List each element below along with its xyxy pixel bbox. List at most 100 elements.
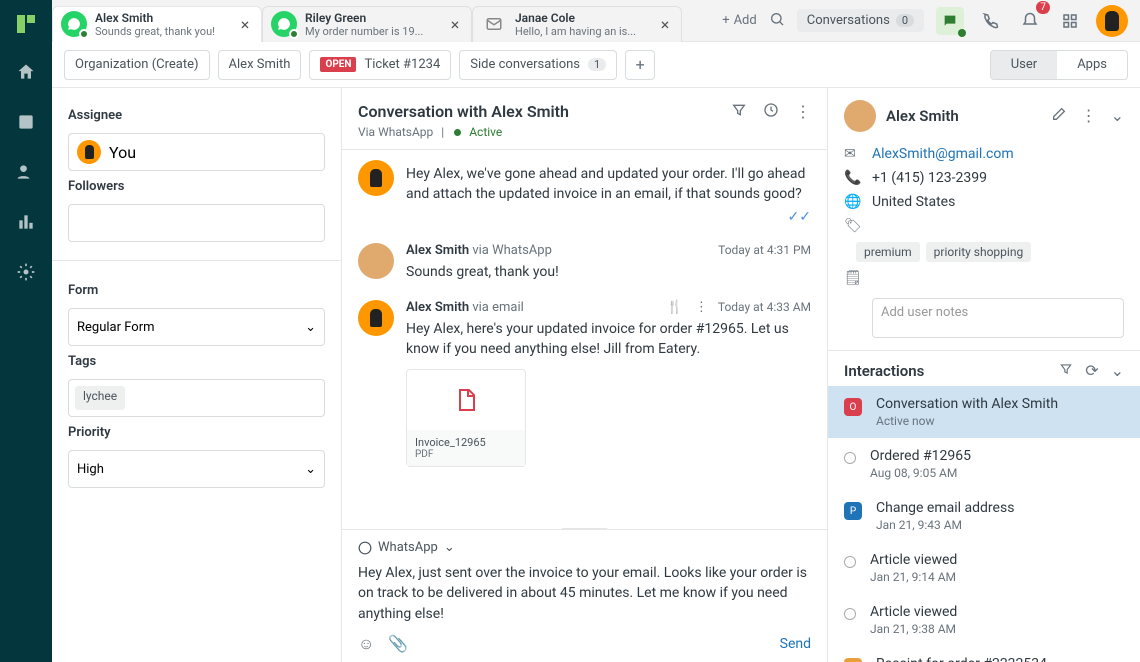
conversation-tab[interactable]: Alex SmithSounds great, thank you! × bbox=[52, 6, 262, 42]
status-badge bbox=[844, 556, 856, 568]
priority-label: Priority bbox=[68, 425, 325, 440]
tag-chip: lychee bbox=[75, 386, 125, 410]
user-phone: +1 (415) 123-2399 bbox=[872, 170, 987, 186]
notif-badge: 7 bbox=[1036, 1, 1050, 14]
tab-close-icon[interactable]: × bbox=[657, 15, 673, 34]
attachment[interactable]: Invoice_12965PDF bbox=[406, 369, 526, 467]
form-label: Form bbox=[68, 283, 325, 298]
conversation-panel: Conversation with Alex Smith Via WhatsAp… bbox=[342, 88, 828, 662]
user-email[interactable]: AlexSmith@gmail.com bbox=[872, 146, 1014, 162]
interaction-item[interactable]: Article viewedJan 21, 9:38 AM bbox=[828, 594, 1140, 646]
tag-chip: premium bbox=[856, 242, 920, 262]
message-author: Alex Smith bbox=[406, 300, 469, 315]
history-icon[interactable] bbox=[763, 102, 779, 122]
emoji-icon[interactable]: ☺ bbox=[358, 634, 374, 654]
message-text: Hey Alex, here's your updated invoice fo… bbox=[406, 319, 811, 360]
tags-input[interactable]: lychee bbox=[68, 379, 325, 417]
interaction-item[interactable]: OConversation with Alex SmithActive now bbox=[828, 386, 1140, 438]
chat-icon[interactable] bbox=[936, 7, 964, 35]
avatar bbox=[358, 300, 394, 336]
composer: WhatsApp ⌄ Hey Alex, just sent over the … bbox=[342, 529, 827, 662]
phone-icon: 📞 bbox=[844, 170, 860, 186]
tabs-bar: Alex SmithSounds great, thank you! × Ril… bbox=[52, 0, 1140, 42]
phone-icon[interactable] bbox=[976, 7, 1004, 35]
tags-label: Tags bbox=[68, 354, 325, 369]
conversations-button[interactable]: Conversations 0 bbox=[797, 9, 924, 32]
user-notes-input[interactable]: Add user notes bbox=[872, 298, 1124, 338]
reports-icon[interactable] bbox=[12, 208, 40, 236]
chevron-down-icon[interactable]: ⌄ bbox=[1111, 361, 1124, 380]
attachment-icon[interactable]: 📎 bbox=[388, 634, 408, 654]
conversations-label: Conversations bbox=[807, 13, 890, 28]
message-time: Today at 4:33 AM bbox=[718, 300, 811, 314]
interaction-item[interactable]: SReceipt for order #2232534 bbox=[828, 646, 1140, 662]
conversation-tab[interactable]: Janae ColeHello, I am having an is... × bbox=[472, 6, 682, 42]
whatsapp-icon bbox=[271, 11, 297, 37]
conversation-status: Active bbox=[469, 125, 502, 139]
followers-input[interactable] bbox=[68, 204, 325, 242]
avatar bbox=[358, 160, 394, 196]
tab-close-icon[interactable]: × bbox=[237, 15, 253, 34]
user-country: United States bbox=[872, 194, 955, 210]
avatar bbox=[358, 243, 394, 279]
open-badge: OPEN bbox=[320, 57, 356, 72]
whatsapp-icon bbox=[61, 11, 87, 37]
side-count: 1 bbox=[588, 58, 606, 71]
breadcrumb-org[interactable]: Organization (Create) bbox=[64, 50, 210, 80]
conversations-count: 0 bbox=[896, 14, 914, 27]
form-select[interactable]: Regular Form⌄ bbox=[68, 308, 325, 346]
status-dot bbox=[454, 129, 461, 136]
interaction-item[interactable]: Article viewedJan 21, 9:14 AM bbox=[828, 542, 1140, 594]
send-button[interactable]: Send bbox=[780, 636, 811, 652]
message-via: via email bbox=[472, 300, 523, 315]
resize-handle[interactable]: ──── bbox=[342, 519, 827, 529]
interactions-title: Interactions bbox=[844, 362, 924, 380]
interaction-item[interactable]: PChange email addressJan 21, 9:43 AM bbox=[828, 490, 1140, 542]
tag-icon: 🏷 bbox=[844, 218, 860, 234]
breadcrumb-ticket[interactable]: OPENTicket #1234 bbox=[309, 50, 451, 80]
views-icon[interactable] bbox=[12, 108, 40, 136]
conversation-tab[interactable]: Riley GreenMy order number is 19... × bbox=[262, 6, 472, 42]
filter-icon[interactable] bbox=[1059, 361, 1073, 380]
message-author: Alex Smith bbox=[406, 243, 469, 258]
chevron-down-icon[interactable]: ⌄ bbox=[1111, 106, 1124, 126]
refresh-icon[interactable]: ⟳ bbox=[1085, 361, 1098, 380]
home-icon[interactable] bbox=[12, 58, 40, 86]
status-badge bbox=[844, 608, 856, 620]
filter-icon[interactable] bbox=[731, 102, 747, 122]
more-icon[interactable]: ⋮ bbox=[695, 300, 708, 315]
side-conversations-button[interactable]: Side conversations1 bbox=[459, 50, 617, 80]
avatar bbox=[844, 100, 876, 132]
notifications-icon[interactable]: 7 bbox=[1016, 7, 1044, 35]
panel-tab-user[interactable]: User bbox=[991, 51, 1057, 79]
search-icon[interactable] bbox=[769, 11, 785, 31]
more-icon[interactable]: ⋮ bbox=[1081, 106, 1097, 126]
food-icon: 🍴 bbox=[667, 300, 683, 315]
interaction-item[interactable]: Ordered #12965Aug 08, 9:05 AM bbox=[828, 438, 1140, 490]
add-tab-label: Add bbox=[734, 13, 757, 28]
add-side-conversation-button[interactable]: + bbox=[625, 50, 655, 80]
composer-input[interactable]: Hey Alex, just sent over the invoice to … bbox=[358, 563, 811, 624]
message-via: via WhatsApp bbox=[472, 243, 552, 258]
chevron-down-icon: ⌄ bbox=[305, 462, 316, 477]
tab-close-icon[interactable]: × bbox=[447, 15, 463, 34]
assignee-field[interactable]: You bbox=[68, 133, 325, 171]
tag-chip: priority shopping bbox=[926, 242, 1032, 262]
user-avatar[interactable] bbox=[1096, 5, 1128, 37]
panel-tab-apps[interactable]: Apps bbox=[1057, 51, 1127, 79]
tab-subtitle: Hello, I am having an is... bbox=[515, 25, 649, 38]
priority-select[interactable]: High⌄ bbox=[68, 450, 325, 488]
conversation-title: Conversation with Alex Smith bbox=[358, 102, 569, 121]
tab-title: Riley Green bbox=[305, 11, 439, 25]
chevron-down-icon: ⌄ bbox=[444, 540, 455, 555]
settings-icon[interactable] bbox=[12, 258, 40, 286]
breadcrumb-user[interactable]: Alex Smith bbox=[218, 50, 302, 80]
assignee-value: You bbox=[109, 143, 136, 162]
apps-icon[interactable] bbox=[1056, 7, 1084, 35]
user-name: Alex Smith bbox=[886, 107, 1041, 125]
customers-icon[interactable] bbox=[12, 158, 40, 186]
composer-channel[interactable]: WhatsApp ⌄ bbox=[358, 540, 811, 555]
add-tab-button[interactable]: + Add bbox=[722, 13, 757, 28]
edit-icon[interactable] bbox=[1051, 106, 1067, 126]
more-icon[interactable]: ⋮ bbox=[795, 102, 811, 122]
